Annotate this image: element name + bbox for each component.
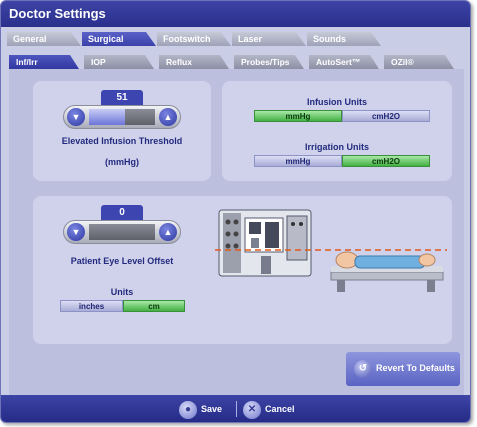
revert-to-defaults-button[interactable]: ↺ Revert To Defaults — [346, 352, 460, 386]
cancel-icon: ✕ — [243, 400, 261, 419]
subtab-inf-irr[interactable]: Inf/Irr — [9, 55, 79, 69]
eye-level-units-title: Units — [110, 287, 134, 297]
eye-level-slider[interactable]: ▼ ▲ — [63, 220, 181, 244]
eye-level-units-toggle: inches cm — [60, 300, 185, 312]
tab-sounds[interactable]: Sounds — [307, 32, 381, 46]
subtab-probes-tips[interactable]: Probes/Tips — [234, 55, 304, 69]
doctor-settings-window: Doctor Settings General Surgical Footswi… — [0, 0, 471, 423]
arrow-up-icon[interactable]: ▲ — [159, 223, 177, 241]
units-panel: Infusion Units mmHg cmH2O Irrigation Uni… — [222, 81, 452, 181]
infusion-unit-mmhg[interactable]: mmHg — [254, 110, 342, 122]
save-icon: ● — [179, 400, 197, 419]
irrigation-units-toggle: mmHg cmH2O — [254, 155, 430, 167]
infusion-threshold-unit: (mmHg) — [105, 157, 139, 167]
infusion-threshold-label: Elevated Infusion Threshold — [61, 136, 183, 146]
eye-level-illustration — [215, 209, 447, 292]
revert-icon: ↺ — [354, 360, 372, 378]
main-tabs: General Surgical Footswitch Laser Sounds — [7, 32, 382, 46]
eye-level-value: 0 — [101, 205, 143, 221]
cancel-button[interactable]: ✕ Cancel — [243, 399, 295, 419]
eye-level-label: Patient Eye Level Offset — [70, 256, 174, 266]
infusion-units-title: Infusion Units — [307, 97, 367, 107]
window-title: Doctor Settings — [1, 1, 470, 27]
arrow-down-icon[interactable]: ▼ — [67, 223, 85, 241]
revert-label: Revert To Defaults — [376, 363, 455, 373]
tab-general[interactable]: General — [7, 32, 81, 46]
save-button[interactable]: ● Save — [179, 399, 222, 419]
irrigation-unit-mmhg[interactable]: mmHg — [254, 155, 342, 167]
eye-level-panel: 0 ▼ ▲ Patient Eye Level Offset Units inc… — [33, 196, 452, 344]
eye-level-unit-cm[interactable]: cm — [123, 300, 185, 312]
tab-footswitch[interactable]: Footswitch — [157, 32, 231, 46]
slider-track — [89, 224, 155, 240]
subtab-iop[interactable]: IOP — [84, 55, 154, 69]
slider-fill — [89, 109, 126, 125]
button-separator — [236, 401, 237, 417]
slider-track — [89, 109, 155, 125]
infusion-units-toggle: mmHg cmH2O — [254, 110, 430, 122]
save-label: Save — [201, 404, 223, 414]
arrow-up-icon[interactable]: ▲ — [159, 108, 177, 126]
infusion-threshold-slider[interactable]: ▼ ▲ — [63, 105, 181, 129]
tab-laser[interactable]: Laser — [232, 32, 306, 46]
eye-level-unit-inches[interactable]: inches — [60, 300, 123, 312]
infusion-threshold-value: 51 — [101, 90, 143, 106]
tab-surgical[interactable]: Surgical — [82, 32, 156, 46]
cancel-label: Cancel — [265, 404, 295, 414]
subtab-autosert[interactable]: AutoSert™ — [309, 55, 379, 69]
settings-content: 51 ▼ ▲ Elevated Infusion Threshold (mmHg… — [9, 69, 464, 397]
subtab-reflux[interactable]: Reflux — [159, 55, 229, 69]
arrow-down-icon[interactable]: ▼ — [67, 108, 85, 126]
irrigation-units-title: Irrigation Units — [304, 142, 369, 152]
irrigation-unit-cmh2o[interactable]: cmH2O — [342, 155, 430, 167]
subtab-ozil[interactable]: OZil® — [384, 55, 454, 69]
bottom-bar: ● Save ✕ Cancel — [1, 395, 470, 422]
sub-tabs: Inf/Irr IOP Reflux Probes/Tips AutoSert™… — [9, 55, 459, 69]
infusion-threshold-panel: 51 ▼ ▲ Elevated Infusion Threshold (mmHg… — [33, 81, 211, 181]
infusion-unit-cmh2o[interactable]: cmH2O — [342, 110, 430, 122]
